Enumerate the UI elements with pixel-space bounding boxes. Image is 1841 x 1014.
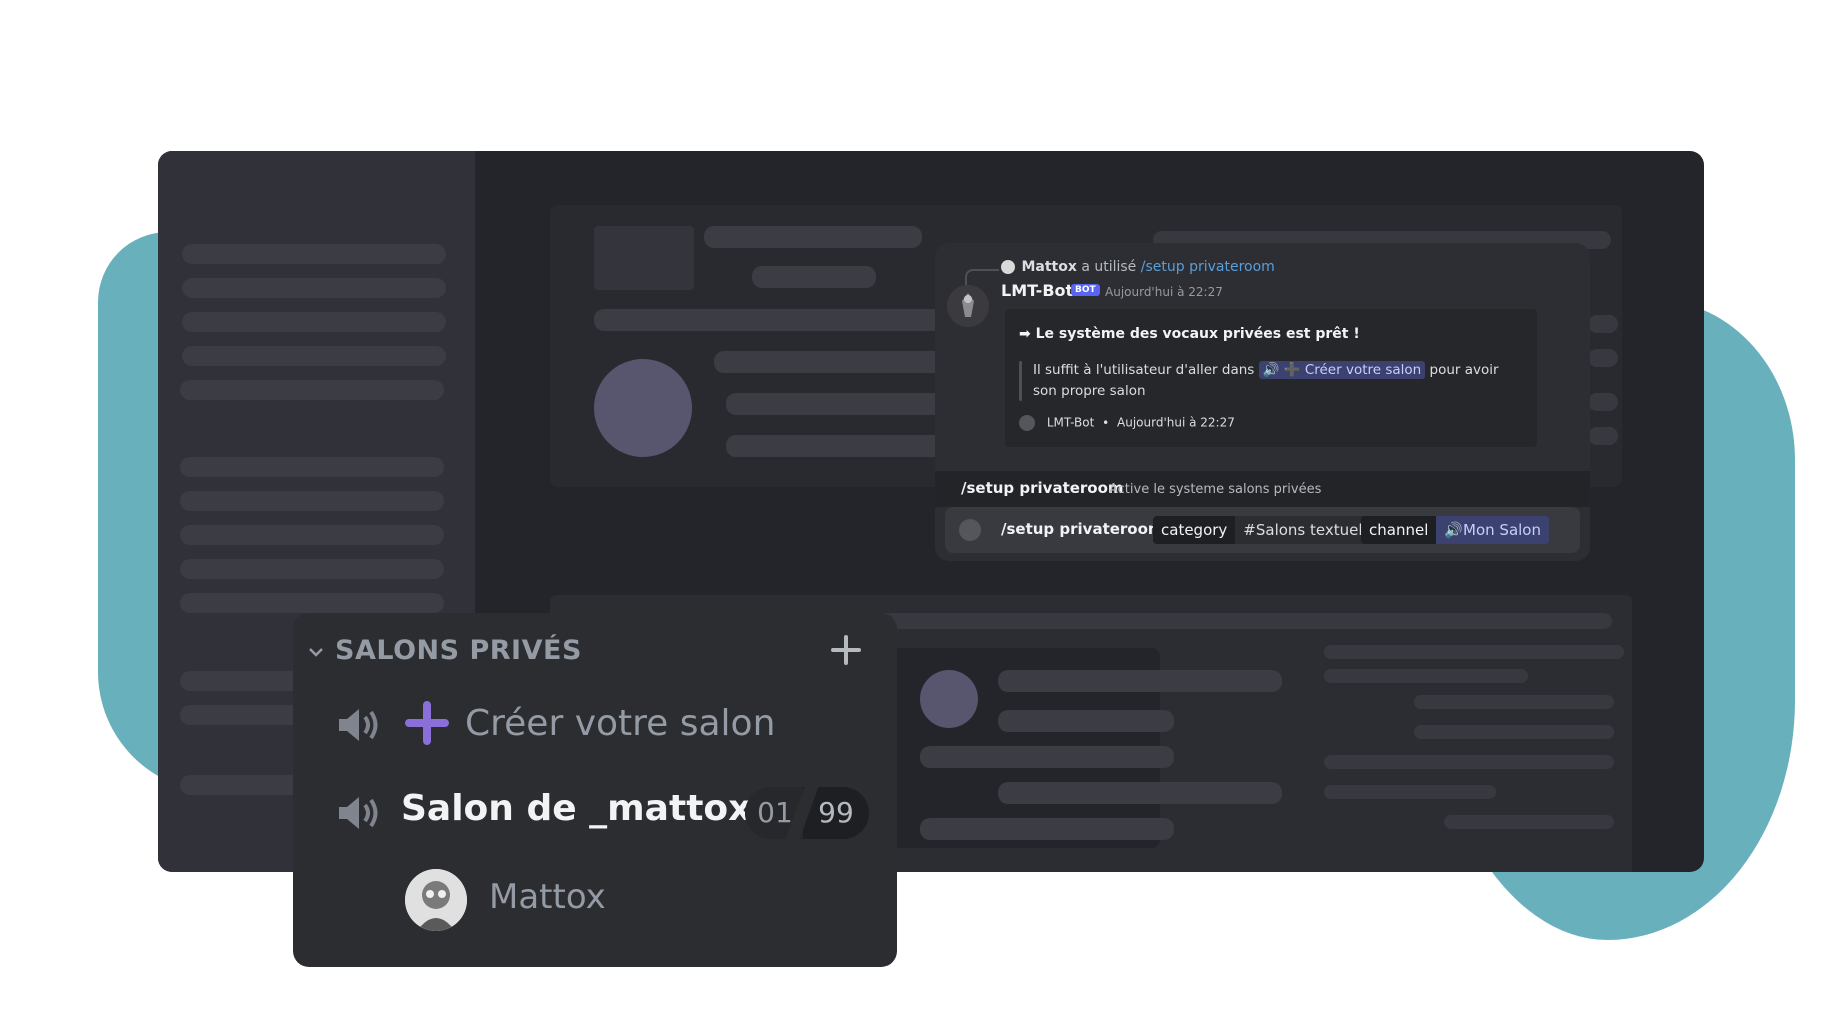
command-name: /setup privateroom — [961, 479, 1124, 497]
reply-user[interactable]: Mattox — [1021, 259, 1076, 275]
user-limit-badge: 01 99 — [745, 787, 869, 839]
voice-channel-list: SALONS PRIVÉS Créer votre salon Salon de… — [293, 613, 897, 967]
option-key: category — [1153, 516, 1236, 544]
command-suggestion[interactable]: /setup privateroom Active le systeme sal… — [935, 471, 1590, 507]
footer-avatar — [1019, 415, 1035, 431]
reply-command[interactable]: /setup privateroom — [1141, 259, 1275, 275]
voice-member-name[interactable]: Mattox — [489, 877, 606, 917]
option-value: 🔊Mon Salon — [1436, 516, 1549, 544]
add-channel-icon[interactable] — [829, 633, 863, 667]
message-timestamp: Aujourd'hui à 22:27 — [1105, 285, 1223, 299]
option-key: channel — [1361, 516, 1437, 544]
channel-mention[interactable]: 🔊 ➕ Créer votre salon — [1258, 361, 1426, 379]
app-icon — [959, 519, 981, 541]
message-embed: ➡ Le système des vocaux privées est prêt… — [1005, 309, 1537, 447]
footer-name: LMT-Bot — [1046, 415, 1095, 430]
bot-username[interactable]: LMT-Bot — [1001, 281, 1073, 300]
input-command: /setup privateroom — [1001, 520, 1164, 538]
purple-plus-icon — [405, 701, 449, 745]
embed-desc-before: Il suffit à l'utilisateur d'aller dans — [1033, 362, 1255, 378]
command-description: Active le systeme salons privées — [1109, 482, 1322, 497]
message-input[interactable]: /setup privateroom category #Salons text… — [945, 507, 1580, 553]
bot-badge: BOT — [1071, 284, 1100, 296]
speaker-icon — [339, 709, 378, 741]
option-value: #Salons textuels — [1235, 516, 1379, 544]
create-channel-item[interactable]: Créer votre salon — [465, 703, 775, 744]
user-avatar[interactable] — [405, 869, 467, 931]
chevron-down-icon[interactable] — [307, 643, 325, 661]
category-header[interactable]: SALONS PRIVÉS — [335, 635, 582, 666]
option-category[interactable]: category #Salons textuels — [1153, 516, 1379, 544]
footer-separator: • — [1102, 415, 1110, 430]
reply-avatar — [1001, 260, 1015, 274]
speaker-icon — [339, 797, 378, 829]
embed-footer: LMT-Bot • Aujourd'hui à 22:27 — [1019, 415, 1235, 431]
footer-time: Aujourd'hui à 22:27 — [1117, 415, 1235, 430]
embed-quote-bar — [1019, 361, 1022, 401]
embed-description: Il suffit à l'utilisateur d'aller dans 🔊… — [1033, 360, 1513, 402]
reply-text: a utilisé — [1081, 259, 1137, 275]
bot-avatar[interactable] — [947, 285, 989, 327]
private-room-item[interactable]: Salon de _mattox — [401, 788, 751, 829]
bot-message-card: Mattox a utilisé /setup privateroom LMT-… — [935, 243, 1590, 561]
option-channel[interactable]: channel 🔊Mon Salon — [1361, 516, 1549, 544]
reply-context[interactable]: Mattox a utilisé /setup privateroom — [1001, 259, 1275, 275]
embed-title: ➡ Le système des vocaux privées est prêt… — [1019, 326, 1360, 342]
